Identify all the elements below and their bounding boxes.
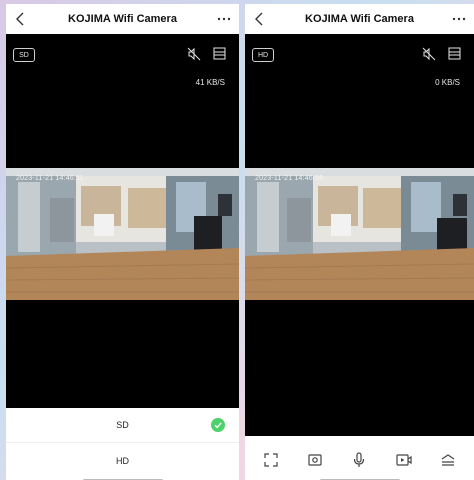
quality-sheet: SD HD (6, 408, 239, 480)
header: KOJIMA Wifi Camera (245, 4, 474, 34)
record-icon[interactable] (395, 451, 413, 469)
bitrate-readout: 0 KB/S (435, 78, 460, 87)
ellipsis-icon[interactable] (215, 10, 233, 28)
speaker-muted-icon[interactable] (422, 47, 436, 61)
chevron-left-icon[interactable] (12, 10, 30, 28)
phone-screen-right: KOJIMA Wifi Camera HD 0 KB/S 2023-11-21 … (245, 4, 474, 480)
bitrate-readout: 41 KB/S (195, 78, 225, 87)
video-viewer[interactable]: HD 0 KB/S 2023-11-21 14:46:56 (245, 34, 474, 436)
layout-icon[interactable] (213, 47, 226, 60)
control-bar (245, 436, 474, 480)
quality-option-label: HD (116, 455, 129, 466)
quality-badge[interactable]: SD (13, 48, 35, 62)
screenshot-icon[interactable] (306, 451, 324, 469)
ellipsis-icon[interactable] (450, 10, 468, 28)
camera-feed: 2023-11-21 14:46:11 (6, 168, 239, 300)
page-title: KOJIMA Wifi Camera (305, 13, 414, 25)
video-viewer[interactable]: SD 41 KB/S 2023-11-21 14:46:11 (6, 34, 239, 408)
quality-badge[interactable]: HD (252, 48, 274, 62)
page-title: KOJIMA Wifi Camera (68, 13, 177, 25)
layout-icon[interactable] (448, 47, 461, 60)
chevron-left-icon[interactable] (251, 10, 269, 28)
phone-screen-left: KOJIMA Wifi Camera SD 41 KB/S 2023-11-21… (6, 4, 239, 480)
quality-option-sd[interactable]: SD (6, 408, 239, 443)
header: KOJIMA Wifi Camera (6, 4, 239, 34)
quality-option-label: SD (116, 420, 129, 430)
video-timestamp: 2023-11-21 14:46:11 (16, 175, 84, 182)
camera-scene-image (245, 168, 474, 300)
check-circle-icon (211, 418, 225, 432)
speaker-muted-icon[interactable] (187, 47, 201, 61)
quality-option-hd[interactable]: HD (6, 443, 239, 478)
menu-icon[interactable] (439, 451, 457, 469)
microphone-icon[interactable] (350, 451, 368, 469)
camera-feed: 2023-11-21 14:46:56 (245, 168, 474, 300)
camera-scene-image (6, 168, 239, 300)
fullscreen-icon[interactable] (262, 451, 280, 469)
video-timestamp: 2023-11-21 14:46:56 (255, 175, 324, 182)
